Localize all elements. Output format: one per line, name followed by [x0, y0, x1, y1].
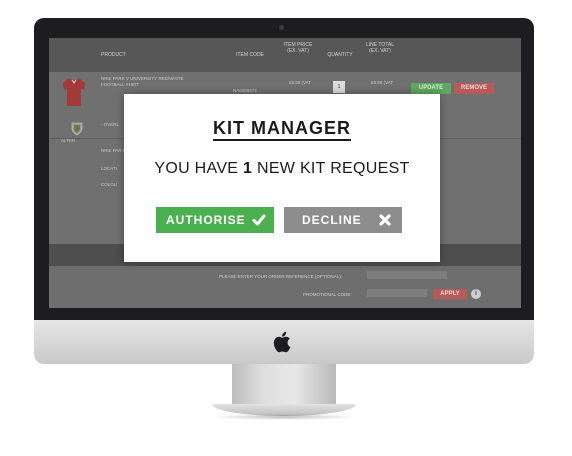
message-prefix: YOU HAVE: [154, 160, 239, 177]
authorise-label: AUTHORISE: [166, 213, 246, 227]
line-total: £8.98 (VAT: [370, 80, 394, 85]
crest-icon: [71, 122, 83, 136]
column-header-line-total: LINE TOTAL (EX. VAT): [365, 42, 395, 54]
order-reference-input[interactable]: [367, 271, 447, 279]
decline-label: DECLINE: [302, 213, 362, 227]
info-icon[interactable]: i: [471, 289, 481, 299]
quantity-input[interactable]: 1: [333, 81, 345, 93]
stand-shadow: [210, 414, 358, 420]
request-count: 1: [243, 160, 253, 177]
product-name: NIKE PARK V UNIVERSITY RED/WHITE FOOTBAL…: [101, 76, 184, 87]
promo-code-label: PROMOTIONAL CODE:: [303, 292, 352, 297]
close-icon: [379, 214, 391, 226]
update-button[interactable]: UPDATE: [411, 83, 451, 94]
order-reference-label: PLEASE ENTER YOUR ORDER REFERENCE (OPTIO…: [219, 274, 342, 279]
location-label: LOCATI: [101, 166, 117, 171]
decline-button[interactable]: DECLINE: [284, 207, 402, 233]
column-header-quantity: QUANTITY: [327, 52, 353, 58]
column-header-item-price: ITEM PRICE (EX. VAT): [283, 42, 313, 54]
shirt-thumbnail[interactable]: [61, 76, 87, 108]
alter-link[interactable]: ALTER: [61, 138, 75, 144]
promo-code-input[interactable]: [367, 289, 427, 297]
screen: PRODUCT ITEM CODE ITEM PRICE (EX. VAT) Q…: [49, 38, 521, 308]
authorise-button[interactable]: AUTHORISE: [156, 207, 274, 233]
check-icon: [252, 214, 266, 226]
apple-logo-icon: [273, 331, 291, 353]
monitor-stand: [232, 364, 336, 408]
apply-button[interactable]: APPLY: [433, 289, 467, 299]
message-suffix: NEW KIT REQUEST: [256, 160, 410, 177]
kit-manager-modal: KIT MANAGER YOU HAVE 1 NEW KIT REQUEST A…: [124, 94, 440, 262]
column-header-product: PRODUCT: [101, 52, 126, 58]
modal-message: YOU HAVE 1 NEW KIT REQUEST: [124, 160, 440, 178]
remove-button[interactable]: REMOVE: [454, 83, 494, 94]
colour-label: COLOU: [101, 182, 118, 187]
column-header-item-code: ITEM CODE: [236, 52, 264, 58]
option-label: - OVERL: [101, 122, 120, 127]
table-header: PRODUCT ITEM CODE ITEM PRICE (EX. VAT) Q…: [49, 38, 521, 72]
modal-title-text: KIT MANAGER: [213, 118, 351, 141]
camera-icon: [279, 25, 284, 30]
modal-title: KIT MANAGER: [124, 118, 440, 141]
item-price: £8.98 (VAT: [288, 80, 312, 85]
item-code: NA0266572: [233, 88, 257, 93]
